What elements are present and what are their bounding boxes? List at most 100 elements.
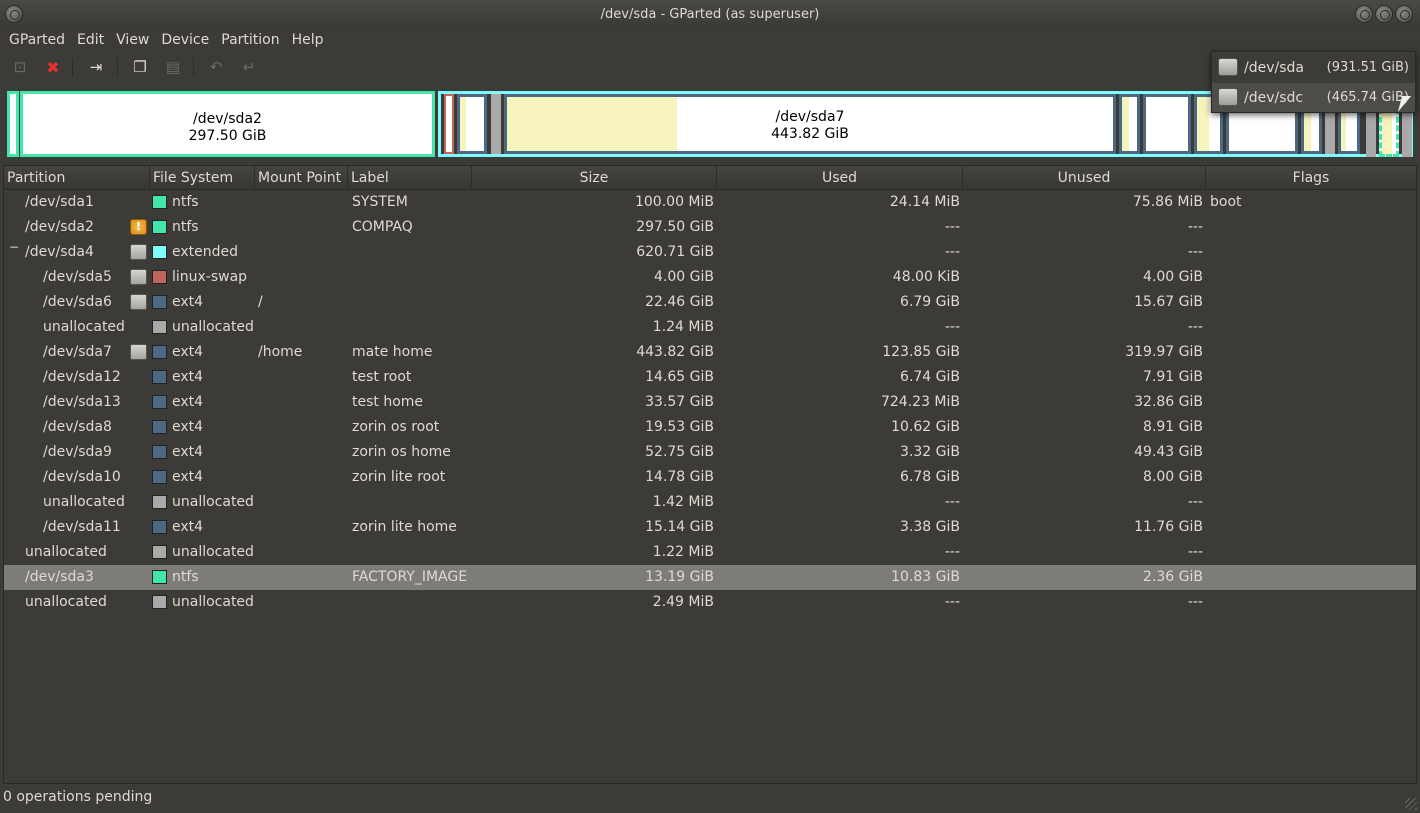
table-row[interactable]: −/dev/sda4 extended 620.71 GiB --- --- [4,240,1416,265]
cell-size: 15.14 GiB [645,519,714,535]
table-row[interactable]: /dev/sda3 ntfs FACTORY_IMAGE 13.19 GiB 10.83… [4,565,1416,590]
close-window-button[interactable] [5,5,23,23]
col-size[interactable]: Size [472,166,717,190]
col-label[interactable]: Label [348,166,472,190]
toolbar-separator [193,58,194,76]
table-row[interactable]: /dev/sda11 ext4 zorin lite home 15.14 GiB 3.… [4,515,1416,540]
device-option-sda[interactable]: /dev/sda (931.51 GiB) [1212,53,1415,82]
table-row[interactable]: /dev/sda8 ext4 zorin os root 19.53 GiB 10.62… [4,415,1416,440]
cell-partition: /dev/sda6 [43,294,112,310]
fs-color-swatch [152,570,167,584]
cell-filesystem: ntfs [172,219,199,235]
device-size: (931.51 GiB) [1326,60,1409,75]
minimize-window-button[interactable] [1355,5,1373,23]
cell-label: COMPAQ [352,219,413,235]
table-row[interactable]: /dev/sda2! ntfs COMPAQ 297.50 GiB --- --- [4,215,1416,240]
menu-help[interactable]: Help [286,32,330,48]
menu-edit[interactable]: Edit [71,32,110,48]
device-selector-dropdown[interactable]: /dev/sda (931.51 GiB) /dev/sdc (465.74 G… [1211,51,1416,113]
harddisk-icon [1218,58,1238,76]
diskmap-used [1122,97,1129,151]
table-row[interactable]: /dev/sda7 ext4/home mate home 443.82 GiB 123… [4,340,1416,365]
diskmap-sda5[interactable] [444,94,454,154]
fs-color-swatch [152,195,167,209]
table-row[interactable]: /dev/sda5 linux-swap 4.00 GiB 48.00 KiB 4.00… [4,265,1416,290]
menu-partition[interactable]: Partition [215,32,285,48]
cell-partition: /dev/sda9 [43,444,112,460]
diskmap-unallocated[interactable] [491,94,501,154]
window-title: /dev/sda - GParted (as superuser) [600,6,820,22]
col-filesystem[interactable]: File System [150,166,255,190]
col-unused[interactable]: Unused [963,166,1206,190]
fs-color-swatch [152,220,167,234]
diskmap-sda2[interactable]: /dev/sda2 297.50 GiB [20,91,435,157]
diskmap-sda6[interactable] [457,94,487,154]
device-name: /dev/sdc [1244,89,1304,106]
cell-filesystem: ext4 [172,344,204,360]
fs-color-swatch [152,370,167,384]
paste-icon[interactable]: ▤ [162,56,184,78]
partition-table: Partition File System Mount Point Label … [3,165,1417,784]
col-used[interactable]: Used [717,166,963,190]
col-mountpoint[interactable]: Mount Point [255,166,348,190]
copy-icon[interactable]: ❐ [129,56,151,78]
col-flags[interactable]: Flags [1206,166,1416,190]
table-row[interactable]: unallocated unallocated 1.24 MiB --- --- [4,315,1416,340]
cell-partition: /dev/sda10 [43,469,121,485]
table-row[interactable]: /dev/sda6 ext4 / 22.46 GiB 6.79 GiB 15.67 GiB [4,290,1416,315]
cell-used: 6.74 GiB [900,369,960,385]
diskmap-sda7-size: 443.82 GiB [771,126,849,142]
cell-label: SYSTEM [352,194,408,210]
table-row[interactable]: /dev/sda12 ext4 test root 14.65 GiB 6.74 GiB… [4,365,1416,390]
cell-used: --- [944,319,960,335]
diskmap-sda7[interactable]: /dev/sda7 443.82 GiB [504,94,1116,154]
fs-color-swatch [152,420,167,434]
device-option-sdc[interactable]: /dev/sdc (465.74 GiB) [1212,83,1415,112]
cell-mountpoint: / [258,294,263,310]
fs-color-swatch [152,345,167,359]
new-partition-icon[interactable]: ⊡ [9,56,31,78]
resize-grip-icon[interactable] [1405,798,1417,810]
cell-partition: unallocated [43,319,125,335]
cell-size: 14.78 GiB [645,469,714,485]
cell-size: 4.00 GiB [654,269,714,285]
menu-device[interactable]: Device [155,32,215,48]
maximize-window-button[interactable] [1375,5,1393,23]
cell-filesystem: ext4 [172,469,204,485]
diskmap-sda1[interactable] [7,91,19,157]
table-row[interactable]: /dev/sda10 ext4 zorin lite root 14.78 GiB 6.… [4,465,1416,490]
cell-size: 443.82 GiB [636,344,714,360]
diskmap-sda7-label: /dev/sda7 443.82 GiB [507,109,1113,143]
cell-used: 48.00 KiB [892,269,960,285]
table-row[interactable]: unallocated unallocated 1.22 MiB --- --- [4,540,1416,565]
table-row[interactable]: unallocated unallocated 1.42 MiB --- --- [4,490,1416,515]
lock-icon [130,269,147,285]
cell-partition: /dev/sda11 [43,519,121,535]
cell-unused: --- [1187,594,1203,610]
diskmap-sda13[interactable] [1143,94,1191,154]
cell-size: 620.71 GiB [636,244,714,260]
menu-bar: GParted Edit View Device Partition Help [0,28,1420,51]
undo-icon[interactable]: ↶ [205,56,227,78]
resize-move-icon[interactable]: ⇥ [85,56,107,78]
close-window-button-right[interactable] [1395,5,1413,23]
apply-icon[interactable]: ↵ [238,56,260,78]
cell-label: test home [352,394,424,410]
delete-partition-icon[interactable]: ✖ [42,56,64,78]
cell-used: 6.79 GiB [900,294,960,310]
cell-size: 13.19 GiB [645,569,714,585]
table-row[interactable]: /dev/sda13 ext4 test home 33.57 GiB 724.23 M… [4,390,1416,415]
table-row[interactable]: unallocated unallocated 2.49 MiB --- --- [4,590,1416,615]
col-partition[interactable]: Partition [4,166,150,190]
fs-color-swatch [152,445,167,459]
collapse-expander-icon[interactable]: − [9,240,19,254]
cell-unused: 2.36 GiB [1143,569,1203,585]
cell-filesystem: unallocated [172,594,254,610]
menu-gparted[interactable]: GParted [3,32,71,48]
table-row[interactable]: /dev/sda9 ext4 zorin os home 52.75 GiB 3.32 … [4,440,1416,465]
fs-color-swatch [152,270,167,284]
menu-view[interactable]: View [110,32,155,48]
diskmap-sda12[interactable] [1119,94,1140,154]
table-row[interactable]: /dev/sda1 ntfs SYSTEM 100.00 MiB 24.14 MiB 75… [4,190,1416,215]
cell-size: 19.53 GiB [645,419,714,435]
